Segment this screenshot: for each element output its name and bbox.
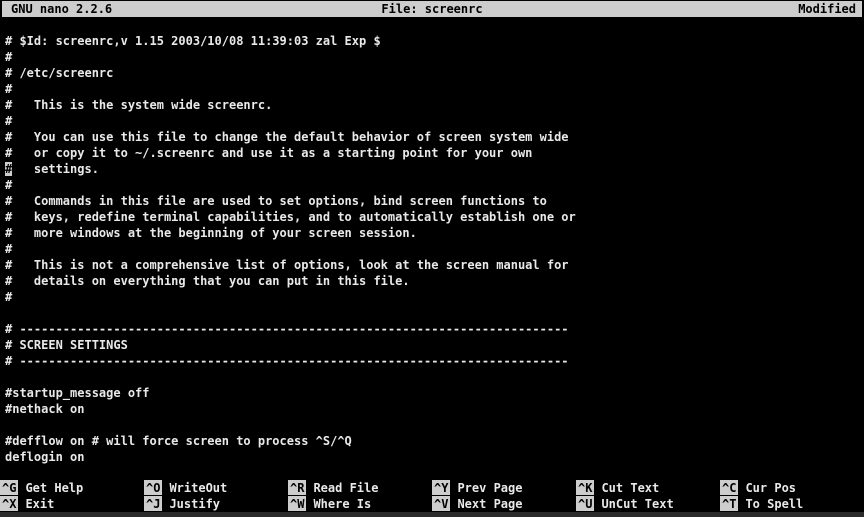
shortcut-keycap: ^O xyxy=(144,480,162,495)
shortcut-keycap: ^R xyxy=(288,480,306,495)
shortcut-label: Read File xyxy=(313,480,378,496)
shortcut-keycap: ^C xyxy=(720,480,738,495)
shortcut-cur-pos[interactable]: ^C Cur Pos xyxy=(720,480,864,496)
shortcut-label: Next Page xyxy=(457,496,522,512)
editor-line[interactable]: # xyxy=(5,113,864,129)
app-version-label: GNU nano 2.2.6 xyxy=(11,1,112,17)
editor-line[interactable]: deflogin on xyxy=(5,449,864,465)
editor-line[interactable]: # xyxy=(5,177,864,193)
editor-line[interactable]: # You can use this file to change the de… xyxy=(5,129,864,145)
modified-status: Modified xyxy=(798,1,856,17)
window-bottom-edge xyxy=(0,512,864,517)
shortcut-next-page[interactable]: ^V Next Page xyxy=(432,496,576,512)
shortcut-read-file[interactable]: ^R Read File xyxy=(288,480,432,496)
editor-line[interactable] xyxy=(5,417,864,433)
shortcut-prev-page[interactable]: ^Y Prev Page xyxy=(432,480,576,496)
shortcut-keycap: ^V xyxy=(432,496,450,511)
shortcut-keycap: ^J xyxy=(144,496,162,511)
shortcut-get-help[interactable]: ^G Get Help xyxy=(0,480,144,496)
shortcut-label: UnCut Text xyxy=(601,496,673,512)
shortcut-keycap: ^K xyxy=(576,480,594,495)
shortcut-label: Cur Pos xyxy=(745,480,796,496)
editor-area[interactable]: # $Id: screenrc,v 1.15 2003/10/08 11:39:… xyxy=(5,33,864,480)
shortcut-cut-text[interactable]: ^K Cut Text xyxy=(576,480,720,496)
shortcut-writeout[interactable]: ^O WriteOut xyxy=(144,480,288,496)
shortcut-uncut-text[interactable]: ^U UnCut Text xyxy=(576,496,720,512)
editor-line[interactable]: # SCREEN SETTINGS xyxy=(5,337,864,353)
shortcut-row: ^G Get Help ^O WriteOut ^R Read File ^Y Prev Pa… xyxy=(0,480,864,496)
editor-line[interactable] xyxy=(5,305,864,321)
shortcut-label: To Spell xyxy=(745,496,803,512)
editor-line[interactable]: # or copy it to ~/.screenrc and use it a… xyxy=(5,145,864,161)
shortcut-row: ^X Exit ^J Justify ^W Where Is ^V Next Page ^U Un… xyxy=(0,496,864,512)
shortcut-menu: ^G Get Help ^O WriteOut ^R Read File ^Y Prev Pa… xyxy=(0,480,864,512)
editor-line[interactable]: # xyxy=(5,49,864,65)
shortcut-keycap: ^T xyxy=(720,496,738,511)
shortcut-justify[interactable]: ^J Justify xyxy=(144,496,288,512)
shortcut-label: WriteOut xyxy=(169,480,227,496)
editor-line[interactable]: # xyxy=(5,241,864,257)
nano-terminal-window: GNU nano 2.2.6 File: screenrc Modified #… xyxy=(0,0,864,517)
editor-line[interactable]: # --------------------------------------… xyxy=(5,321,864,337)
editor-line[interactable]: # xyxy=(5,81,864,97)
editor-line[interactable]: # This is the system wide screenrc. xyxy=(5,97,864,113)
shortcut-keycap: ^W xyxy=(288,496,306,511)
editor-line[interactable]: #startup_message off xyxy=(5,385,864,401)
shortcut-label: Cut Text xyxy=(601,480,659,496)
shortcut-label: Where Is xyxy=(313,496,371,512)
editor-line[interactable]: # --------------------------------------… xyxy=(5,353,864,369)
editor-line[interactable]: #defflow on # will force screen to proce… xyxy=(5,433,864,449)
text-cursor: # xyxy=(5,162,12,176)
shortcut-label: Get Help xyxy=(25,480,83,496)
shortcut-keycap: ^U xyxy=(576,496,594,511)
editor-line[interactable]: # $Id: screenrc,v 1.15 2003/10/08 11:39:… xyxy=(5,33,864,49)
shortcut-keycap: ^G xyxy=(0,480,18,495)
editor-line[interactable]: # /etc/screenrc xyxy=(5,65,864,81)
shortcut-keycap: ^Y xyxy=(432,480,450,495)
editor-line[interactable]: #nethack on xyxy=(5,401,864,417)
shortcut-label: Exit xyxy=(25,496,54,512)
editor-line[interactable]: # more windows at the beginning of your … xyxy=(5,225,864,241)
shortcut-where-is[interactable]: ^W Where Is xyxy=(288,496,432,512)
file-name-label: File: screenrc xyxy=(381,1,482,17)
shortcut-label: Justify xyxy=(169,496,220,512)
editor-line[interactable]: # This is not a comprehensive list of op… xyxy=(5,257,864,273)
editor-line[interactable]: # details on everything that you can put… xyxy=(5,273,864,289)
editor-line[interactable]: # Commands in this file are used to set … xyxy=(5,193,864,209)
editor-line[interactable]: # settings. xyxy=(5,161,864,177)
editor-line[interactable] xyxy=(5,369,864,385)
shortcut-keycap: ^X xyxy=(0,496,18,511)
nano-titlebar: GNU nano 2.2.6 File: screenrc Modified xyxy=(2,1,862,17)
editor-line[interactable]: # keys, redefine terminal capabilities, … xyxy=(5,209,864,225)
editor-line[interactable]: # xyxy=(5,289,864,305)
shortcut-exit[interactable]: ^X Exit xyxy=(0,496,144,512)
shortcut-label: Prev Page xyxy=(457,480,522,496)
shortcut-to-spell[interactable]: ^T To Spell xyxy=(720,496,864,512)
